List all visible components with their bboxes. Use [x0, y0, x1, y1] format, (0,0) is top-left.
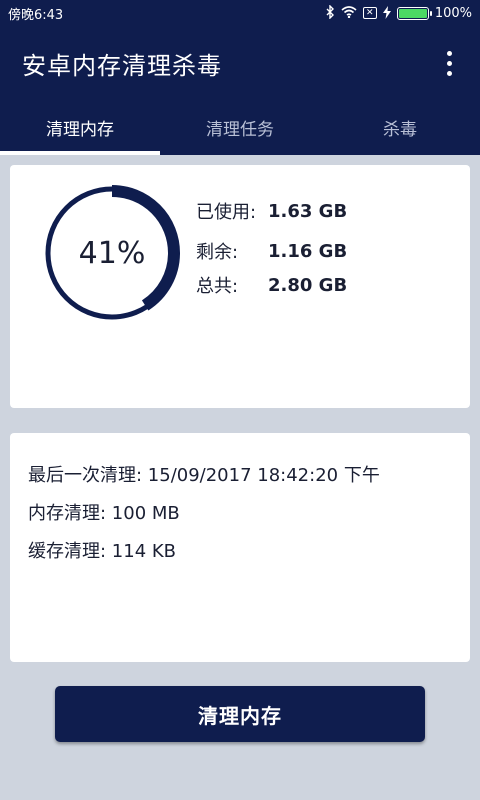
tab-clean-memory[interactable]: 清理内存: [0, 100, 160, 155]
cache-cleaned: 缓存清理: 114 KB: [28, 541, 177, 562]
free-row: 剩余: 1.16 GB: [196, 233, 347, 269]
total-label: 总共:: [196, 276, 239, 297]
battery-percent: 100%: [434, 5, 472, 21]
free-label: 剩余:: [196, 242, 239, 263]
memory-percent: 41%: [78, 235, 146, 271]
bluetooth-icon: [325, 4, 335, 21]
tab-antivirus[interactable]: 杀毒: [320, 100, 480, 155]
status-icons: ✕ 100%: [325, 4, 472, 21]
total-row: 总共: 2.80 GB: [196, 269, 347, 301]
total-value: 2.80 GB: [268, 274, 348, 296]
clean-info-lines: 最后一次清理: 15/09/2017 18:42:20 下午 内存清理: 100…: [28, 455, 380, 569]
tab-bar: 清理内存 清理任务 杀毒: [0, 100, 480, 155]
sim-icon: ✕: [362, 7, 377, 19]
status-bar: 傍晚6:43 ✕ 100%: [0, 0, 480, 26]
battery-icon: [396, 6, 432, 20]
memory-cleaned: 内存清理: 100 MB: [28, 503, 180, 524]
used-row: 已使用: 1.63 GB: [196, 193, 347, 229]
used-label: 已使用:: [196, 202, 257, 223]
charging-icon: [382, 5, 391, 21]
tab-clean-tasks[interactable]: 清理任务: [160, 100, 320, 155]
used-value: 1.63 GB: [268, 200, 348, 222]
app-title: 安卓内存清理杀毒: [22, 51, 222, 80]
wifi-icon: [341, 6, 357, 20]
status-time: 傍晚6:43: [8, 7, 64, 23]
more-vert-icon[interactable]: [441, 45, 458, 82]
clean-info-card: 最后一次清理: 15/09/2017 18:42:20 下午 内存清理: 100…: [10, 433, 470, 662]
clean-memory-button[interactable]: 清理内存: [55, 686, 425, 742]
free-value: 1.16 GB: [268, 240, 348, 262]
battery-fill: [398, 8, 427, 18]
memory-stats: 已使用: 1.63 GB 剩余: 1.16 GB 总共: 2.80 GB: [196, 193, 347, 301]
last-clean-time: 最后一次清理: 15/09/2017 18:42:20 下午: [28, 465, 380, 486]
memory-card: 41% 已使用: 1.63 GB 剩余: 1.16 GB 总共: 2.80 GB: [10, 165, 470, 408]
app-bar: 安卓内存清理杀毒: [0, 26, 480, 100]
